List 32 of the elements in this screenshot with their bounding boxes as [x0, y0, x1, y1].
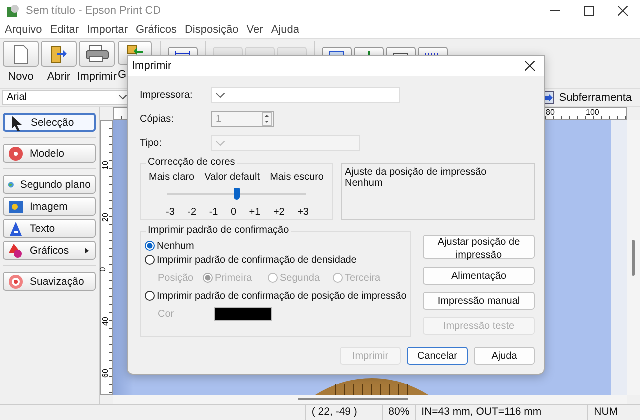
- info-value: Nenhum: [345, 178, 383, 189]
- group-title: Correcção de cores: [146, 157, 238, 168]
- ruler-label: 0: [98, 267, 108, 272]
- window-title: Sem título - Epson Print CD: [26, 5, 162, 17]
- ruler-label: 40: [100, 317, 110, 326]
- info-title: Ajuste da posição de impressão: [345, 167, 487, 178]
- tick-label: 0: [230, 207, 237, 218]
- tick-label: -2: [188, 207, 197, 218]
- tick-label: +3: [298, 207, 309, 218]
- tick-label: -3: [166, 207, 175, 218]
- ruler-label: 10: [100, 161, 110, 170]
- ruler-label: 20: [100, 213, 110, 222]
- ruler-label: 80: [546, 108, 555, 117]
- slider-label: Mais claro: [149, 172, 195, 183]
- tick-label: +2: [273, 207, 285, 218]
- field-label: Posição: [158, 272, 195, 284]
- status-text: 80%: [382, 405, 415, 420]
- field-label: Cor: [158, 308, 176, 320]
- status-text: NUM: [587, 405, 640, 420]
- dialog-title: Imprimir: [132, 60, 172, 72]
- group-title: Imprimir padrão de confirmação: [146, 225, 292, 236]
- field-label: Tipo:: [140, 138, 162, 148]
- field-label: Cópias:: [140, 114, 174, 124]
- tick-label: +1: [249, 207, 261, 218]
- ruler-label: 60: [100, 369, 110, 378]
- field-label: Impressora:: [140, 90, 193, 100]
- status-text: ( 22, -49 ): [304, 405, 382, 420]
- slider-label: Mais escuro: [270, 172, 324, 183]
- slider-label: Valor default: [204, 172, 260, 183]
- status-text: IN=43 mm, OUT=116 mm: [414, 405, 568, 420]
- ruler-label: 100: [586, 108, 600, 117]
- tick-label: -1: [209, 207, 218, 218]
